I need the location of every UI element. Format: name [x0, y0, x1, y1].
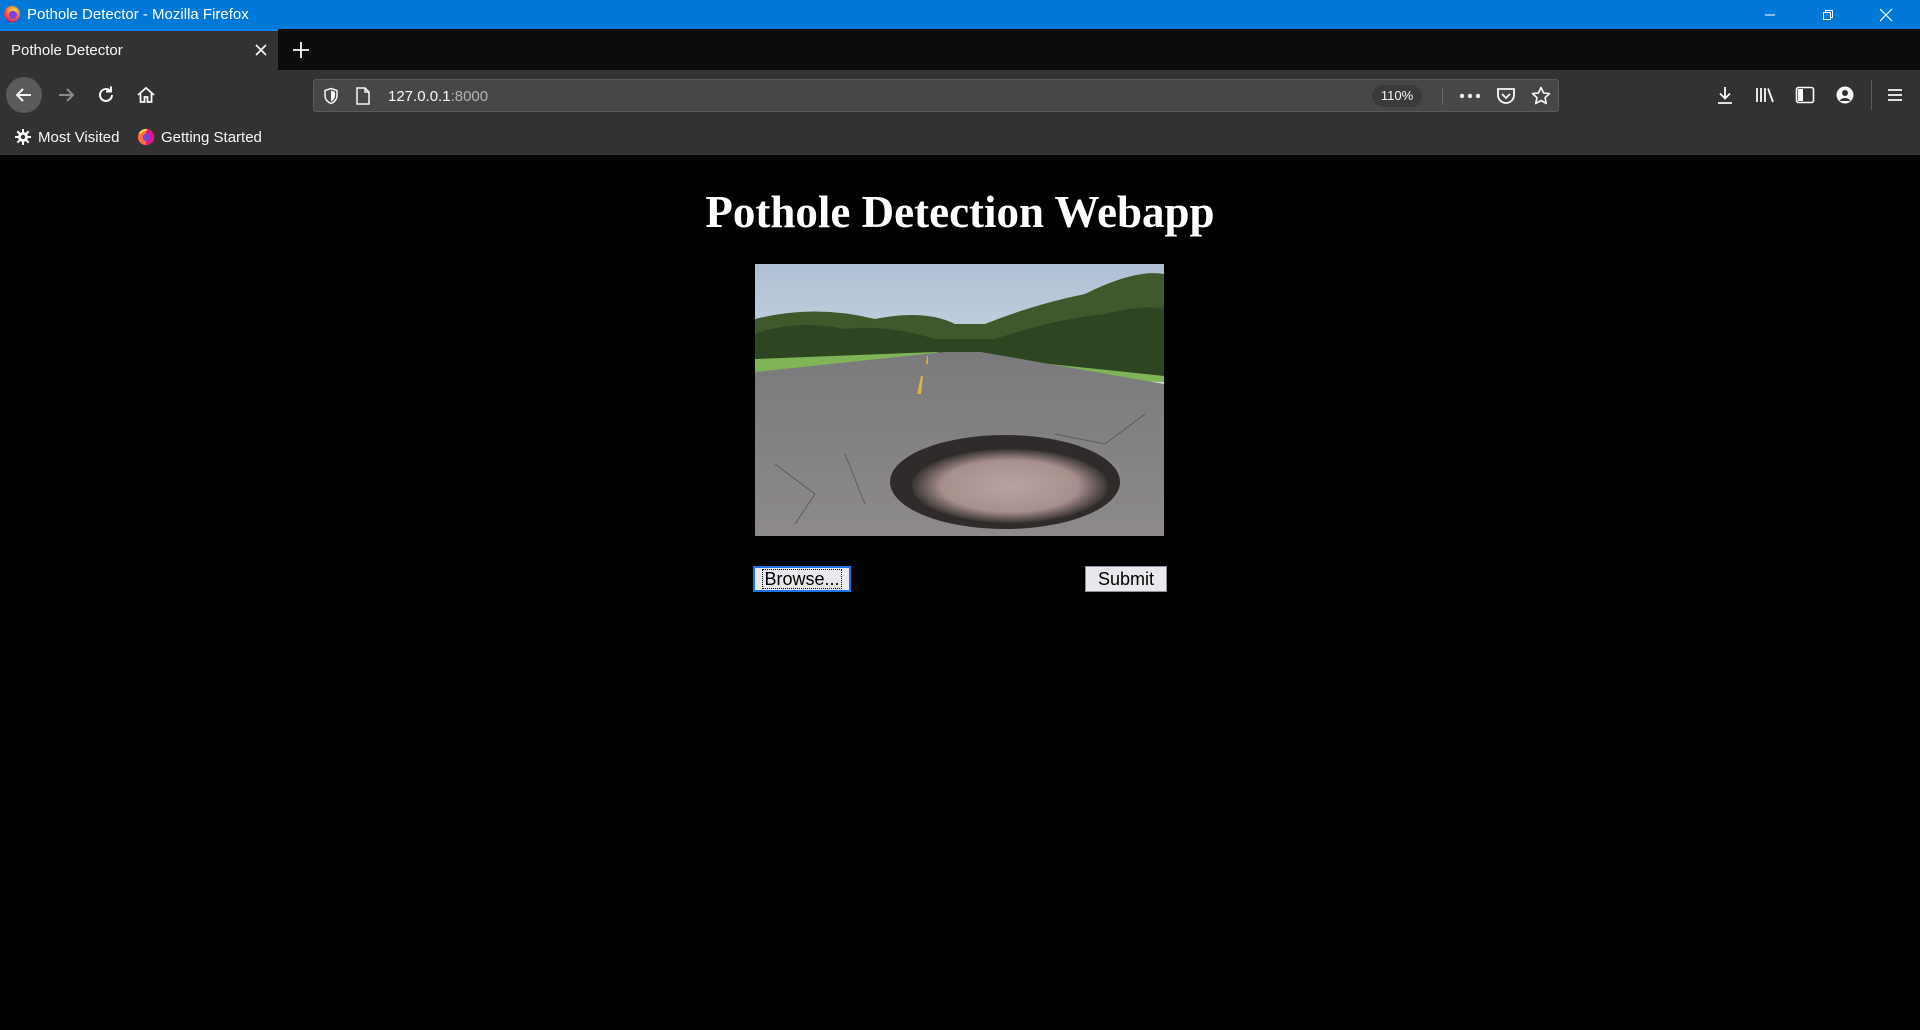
navigation-toolbar: 127.0.0.1:8000 110%	[0, 70, 1920, 120]
minimize-button[interactable]	[1741, 0, 1799, 29]
url-port: :8000	[450, 88, 489, 105]
open-menu-button[interactable]	[1882, 82, 1908, 108]
page-info-icon[interactable]	[355, 87, 371, 105]
bookmark-star-button[interactable]	[1529, 84, 1553, 108]
tab-close-icon[interactable]	[252, 41, 270, 59]
submit-button[interactable]: Submit	[1085, 566, 1167, 592]
window-title: Pothole Detector - Mozilla Firefox	[27, 6, 249, 23]
forward-button[interactable]	[48, 77, 84, 113]
hamburger-menu-icon	[1888, 89, 1902, 101]
page-heading: Pothole Detection Webapp	[705, 187, 1215, 237]
url-text: 127.0.0.1:8000	[388, 88, 488, 105]
pothole-road-image	[755, 264, 1164, 536]
toolbar-separator	[1871, 80, 1872, 110]
sidebar-icon	[1795, 86, 1815, 104]
forward-arrow-icon	[59, 88, 75, 102]
bookmark-getting-started[interactable]: Getting Started	[137, 127, 262, 147]
download-icon	[1718, 87, 1732, 104]
window-titlebar: Pothole Detector - Mozilla Firefox	[0, 0, 1920, 29]
bookmarks-toolbar: Most Visited Getting Started	[0, 120, 1920, 155]
back-button[interactable]	[6, 77, 42, 113]
bookmark-label: Getting Started	[161, 128, 262, 146]
bookmark-label: Most Visited	[38, 128, 120, 146]
account-icon	[1836, 86, 1854, 104]
close-icon	[1879, 8, 1893, 21]
back-arrow-icon	[15, 88, 31, 102]
page-actions-button[interactable]	[1458, 84, 1482, 108]
urlbar-separator	[1442, 88, 1443, 105]
address-bar[interactable]: 127.0.0.1:8000 110%	[313, 79, 1559, 112]
sidebar-toggle-button[interactable]	[1792, 82, 1818, 108]
tracking-protection-shield-icon[interactable]	[322, 87, 340, 105]
reload-icon	[99, 86, 113, 102]
new-tab-plus-icon[interactable]	[288, 37, 314, 63]
browse-file-button[interactable]: Browse...	[753, 566, 851, 592]
minimize-icon	[1765, 14, 1775, 15]
library-icon	[1756, 88, 1774, 103]
save-to-pocket-button[interactable]	[1494, 84, 1518, 108]
downloads-button[interactable]	[1712, 82, 1738, 108]
url-host: 127.0.0.1	[388, 88, 451, 105]
tab-pothole-detector[interactable]: Pothole Detector	[0, 29, 278, 70]
restore-icon	[1823, 9, 1833, 20]
home-button[interactable]	[128, 77, 164, 113]
page-content: Pothole Detection Webapp Browse... Submi…	[0, 155, 1920, 1030]
restore-button[interactable]	[1799, 0, 1857, 29]
account-button[interactable]	[1832, 82, 1858, 108]
firefox-logo-icon	[3, 5, 21, 23]
reload-button[interactable]	[88, 77, 124, 113]
pocket-icon	[1497, 88, 1515, 104]
home-icon	[137, 86, 155, 103]
more-dots-icon	[1459, 93, 1481, 99]
browse-label: Browse...	[762, 569, 842, 589]
library-button[interactable]	[1752, 82, 1778, 108]
bookmark-most-visited[interactable]: Most Visited	[14, 127, 119, 147]
firefox-icon	[137, 128, 155, 146]
star-icon	[1531, 86, 1551, 105]
close-window-button[interactable]	[1857, 0, 1915, 29]
tab-label: Pothole Detector	[11, 42, 123, 59]
zoom-level-badge[interactable]: 110%	[1372, 85, 1422, 107]
tab-strip: Pothole Detector	[0, 29, 1920, 70]
gear-icon	[15, 129, 31, 145]
